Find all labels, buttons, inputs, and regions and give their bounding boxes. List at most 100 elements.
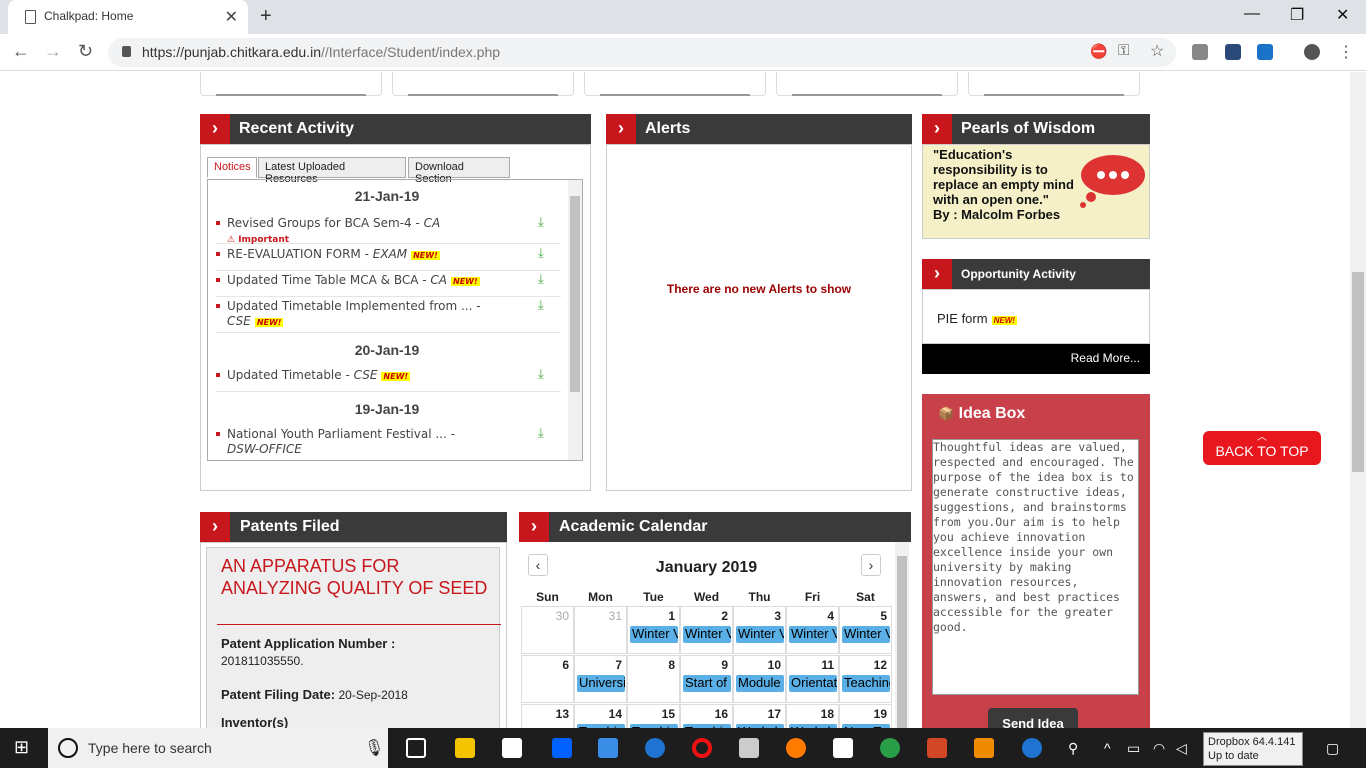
browser-tab[interactable]: Chalkpad: Home ✕ [8, 0, 248, 34]
send-idea-button[interactable]: Send Idea [988, 708, 1078, 728]
xampp-icon[interactable] [974, 738, 994, 758]
profile-icon[interactable] [1304, 44, 1320, 60]
document-app-icon[interactable] [739, 738, 759, 758]
download-icon[interactable]: ⤓ [538, 247, 549, 260]
battery-icon[interactable]: ▭ [1127, 740, 1140, 757]
calendar-day[interactable]: 17Workshop [733, 704, 786, 728]
calendar-day[interactable]: 18Workshop [786, 704, 839, 728]
calendar-day[interactable]: 10 Module [733, 655, 786, 703]
download-icon[interactable]: ⤓ [538, 216, 549, 229]
minimize-icon[interactable]: — [1244, 5, 1260, 23]
opportunity-item[interactable]: PIE form NEW! [937, 311, 1017, 326]
page-scrollbar[interactable] [1350, 72, 1366, 728]
calendar-day[interactable]: 3 Winter Vacation [733, 606, 786, 654]
calendar-day[interactable]: 31 [574, 606, 627, 654]
extension-icon[interactable] [1225, 44, 1241, 60]
key-icon[interactable]: ⚿ [1118, 42, 1129, 59]
reload-icon[interactable]: ↻ [78, 41, 93, 62]
calendar-day[interactable]: 4 Winter Vacation [786, 606, 839, 654]
calendar-day[interactable]: 5 Winter Vacation [839, 606, 892, 654]
download-icon[interactable]: ⤓ [538, 299, 549, 312]
forward-icon[interactable]: → [44, 41, 62, 62]
firefox-icon[interactable] [786, 738, 806, 758]
calendar-day[interactable]: 2 Winter Vacation [680, 606, 733, 654]
idea-textarea[interactable] [932, 439, 1139, 695]
taskbar-search-placeholder: Type here to search [88, 740, 212, 756]
read-more-link[interactable]: Read More... [922, 344, 1150, 374]
close-window-icon[interactable]: ✕ [1336, 5, 1349, 25]
opera-icon[interactable] [692, 738, 712, 758]
taskbar-search[interactable]: Type here to search 🎙 [48, 728, 388, 768]
tab-download-section[interactable]: Download Section [408, 157, 510, 185]
photos-icon[interactable] [598, 738, 618, 758]
close-tab-icon[interactable]: ✕ [225, 7, 238, 27]
calendar-event[interactable]: Winter Vacation [736, 626, 784, 643]
calendar-event[interactable]: Winter Vacation [789, 626, 837, 643]
blocked-icon[interactable]: ⛔ [1090, 43, 1107, 60]
list-item[interactable]: Updated Timetable - CSE NEW! ⤓ [216, 368, 561, 392]
calendar-event[interactable]: Winter Vacation [630, 626, 678, 643]
tab-notices[interactable]: Notices [207, 157, 257, 178]
volume-icon[interactable]: ◁ [1176, 740, 1187, 757]
download-icon[interactable]: ⤓ [538, 368, 549, 381]
calendar-event[interactable]: Module [736, 675, 784, 692]
task-view-icon[interactable] [406, 738, 426, 758]
calendar-event[interactable]: University [577, 675, 625, 692]
list-item[interactable]: National Youth Parliament Festival ... -… [216, 427, 561, 460]
calendar-day[interactable]: 14Teaching [574, 704, 627, 728]
list-item[interactable]: Updated Timetable Implemented from ... -… [216, 299, 561, 333]
calendar-day[interactable]: 12 Teaching [839, 655, 892, 703]
chrome-icon[interactable] [880, 738, 900, 758]
calendar-day[interactable]: 30 [521, 606, 574, 654]
calendar-day[interactable]: 7 University [574, 655, 627, 703]
day-number: 3 [774, 609, 781, 623]
extension-screen-icon[interactable] [1257, 44, 1273, 60]
calendar-event[interactable]: Winter Vacation [842, 626, 890, 643]
store-icon[interactable] [502, 738, 522, 758]
microphone-icon[interactable]: 🎙 [364, 738, 384, 758]
calendar-event[interactable]: Winter Vacation [683, 626, 731, 643]
tab-latest-resources[interactable]: Latest Uploaded Resources [258, 157, 406, 185]
calendar-day[interactable]: 19New Term [839, 704, 892, 728]
download-icon[interactable]: ⤓ [538, 273, 549, 286]
calendar-event[interactable]: Orientation [789, 675, 837, 692]
download-icon[interactable]: ⤓ [538, 427, 549, 440]
url-field[interactable]: https://punjab.chitkara.edu.in//Interfac… [108, 38, 1176, 67]
powerpoint-icon[interactable] [927, 738, 947, 758]
bookmark-star-icon[interactable]: ☆ [1150, 41, 1164, 61]
notices-scrollbar[interactable] [568, 180, 582, 460]
maximize-icon[interactable]: ❐ [1290, 5, 1304, 25]
new-badge: NEW! [254, 318, 284, 327]
calendar-day[interactable]: 16Teaching [680, 704, 733, 728]
notifications-icon[interactable]: ▢ [1326, 740, 1339, 757]
extension-brush-icon[interactable] [1192, 44, 1208, 60]
calendar-day[interactable]: 13 [521, 704, 574, 728]
calendar-scrollbar[interactable] [895, 542, 909, 728]
edge-icon[interactable] [645, 738, 665, 758]
calendar-day[interactable]: 8 [627, 655, 680, 703]
list-item[interactable]: Updated Time Table MCA & BCA - CA NEW! ⤓ [216, 273, 561, 297]
calendar-event[interactable]: Teaching [842, 675, 890, 692]
calendar-day[interactable]: 6 [521, 655, 574, 703]
calendar-day[interactable]: 9 Start of [680, 655, 733, 703]
app-icon[interactable] [833, 738, 853, 758]
people-icon[interactable]: ⚲ [1068, 740, 1078, 757]
file-explorer-icon[interactable] [455, 738, 475, 758]
chevron-up-tray-icon[interactable]: ^ [1104, 740, 1111, 756]
dropbox-icon[interactable] [552, 738, 572, 758]
windows-start-icon[interactable]: ⊞ [14, 737, 29, 758]
calendar-day[interactable]: 11 Orientation [786, 655, 839, 703]
back-to-top-button[interactable]: ︿ BACK TO TOP [1203, 431, 1321, 465]
calendar-event[interactable]: Start of [683, 675, 731, 692]
calendar-day[interactable]: 1 Winter Vacation [627, 606, 680, 654]
calendar-day[interactable]: 15Teaching [627, 704, 680, 728]
new-tab-icon[interactable]: + [260, 5, 272, 28]
menu-icon[interactable]: ⋮ [1338, 42, 1354, 62]
list-item[interactable]: Revised Groups for BCA Sem-4 - CA ⚠ Impor… [216, 216, 561, 245]
back-icon[interactable]: ← [12, 41, 30, 62]
next-month-button[interactable]: › [861, 554, 881, 576]
day-number: 1 [668, 609, 675, 623]
list-item[interactable]: RE-EVALUATION FORM - EXAM NEW! ⤓ [216, 247, 561, 271]
help-icon[interactable] [1022, 738, 1042, 758]
wifi-icon[interactable]: ◠ [1153, 740, 1165, 757]
